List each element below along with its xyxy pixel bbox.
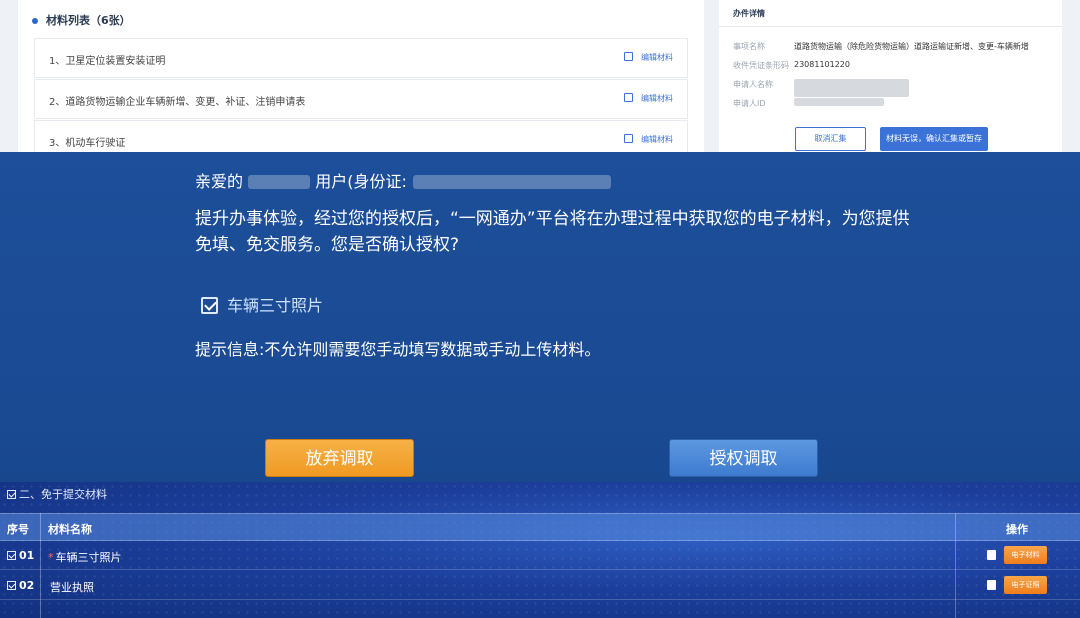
greeting: 亲爱的 用户(身份证:	[195, 168, 611, 192]
electronic-license-button[interactable]: 电子证照	[1004, 576, 1047, 594]
bullet-dot-icon	[32, 18, 38, 24]
authorization-dialog: 亲爱的 用户(身份证: 提升办事体验，经过您的授权后，“一网通办”平台将在办理过…	[0, 152, 1080, 482]
edit-material-link[interactable]: 编辑材料	[624, 134, 673, 145]
cancel-collect-button[interactable]: 取消汇集	[795, 127, 866, 151]
field-applicant-id: 申请人ID	[733, 98, 884, 109]
material-name: 3、机动车行驶证	[49, 138, 126, 149]
authorization-message: 提升办事体验，经过您的授权后，“一网通办”平台将在办理过程中获取您的电子材料，为…	[195, 209, 910, 255]
materials-title: 材料列表（6张）	[32, 12, 131, 28]
edit-material-link[interactable]: 编辑材料	[624, 93, 673, 104]
redacted-blur	[794, 79, 909, 97]
authorize-button[interactable]: 授权调取	[669, 439, 818, 477]
material-row: 2、道路货物运输企业车辆新增、变更、补证、注销申请表 编辑材料	[34, 79, 688, 119]
table-row: 01 * 车辆三寸照片 电子材料	[0, 541, 1080, 570]
header-op: 操作	[1006, 523, 1028, 536]
header-name: 材料名称	[48, 523, 92, 536]
table-row: 02 营业执照 电子证照	[0, 571, 1080, 600]
tip-message: 提示信息:不允许则需要您手动填写数据或手动上传材料。	[195, 340, 601, 359]
redacted-blur	[794, 98, 884, 106]
edit-icon	[624, 93, 633, 102]
materials-panel: 材料列表（6张） 1、卫星定位装置安装证明 编辑材料 2、道路货物运输企业车辆新…	[18, 0, 704, 152]
confirm-collect-button[interactable]: 材料无误，确认汇集或暂存	[880, 127, 988, 151]
section-title: 二、免于提交材料	[7, 486, 107, 502]
checkbox-checked-icon[interactable]	[7, 581, 16, 590]
checkbox-checked-icon[interactable]	[7, 490, 16, 499]
document-icon[interactable]	[987, 580, 996, 590]
field-applicant-name: 申请人名称	[733, 79, 909, 97]
divider	[719, 26, 1062, 27]
checkbox-checked-icon[interactable]	[201, 297, 218, 314]
exempt-materials-section: 二、免于提交材料 序号 材料名称 操作 01 * 车辆三寸照片 电子材料 02 营…	[0, 482, 1080, 618]
material-name: 2、道路货物运输企业车辆新增、变更、补证、注销申请表	[49, 97, 306, 108]
redacted-username	[248, 175, 311, 189]
header-no: 序号	[7, 523, 29, 536]
case-detail-panel: 办件详情 事项名称 道路货物运输（除危险货物运输）道路运输证新增、变更-车辆新增 …	[719, 0, 1062, 152]
edit-icon	[624, 134, 633, 143]
abandon-button[interactable]: 放弃调取	[265, 439, 414, 477]
document-icon[interactable]	[987, 550, 996, 560]
field-barcode: 收件凭证条形码 23081101220	[733, 60, 850, 70]
table-header: 序号 材料名称 操作	[0, 513, 1080, 541]
redacted-id-number	[412, 175, 611, 189]
edit-material-link[interactable]: 编辑材料	[624, 52, 673, 63]
case-detail-title: 办件详情	[733, 9, 765, 18]
material-row: 3、机动车行驶证 编辑材料	[34, 120, 688, 152]
checkbox-checked-icon[interactable]	[7, 551, 16, 560]
material-row: 1、卫星定位装置安装证明 编辑材料	[34, 38, 688, 78]
field-item-name: 事项名称 道路货物运输（除危险货物运输）道路运输证新增、变更-车辆新增	[733, 42, 1029, 51]
edit-icon	[624, 52, 633, 61]
electronic-material-button[interactable]: 电子材料	[1004, 546, 1047, 564]
auth-material-checkbox[interactable]: 车辆三寸照片	[201, 292, 323, 316]
background-page: 材料列表（6张） 1、卫星定位装置安装证明 编辑材料 2、道路货物运输企业车辆新…	[0, 0, 1080, 152]
material-name: 1、卫星定位装置安装证明	[49, 56, 166, 67]
